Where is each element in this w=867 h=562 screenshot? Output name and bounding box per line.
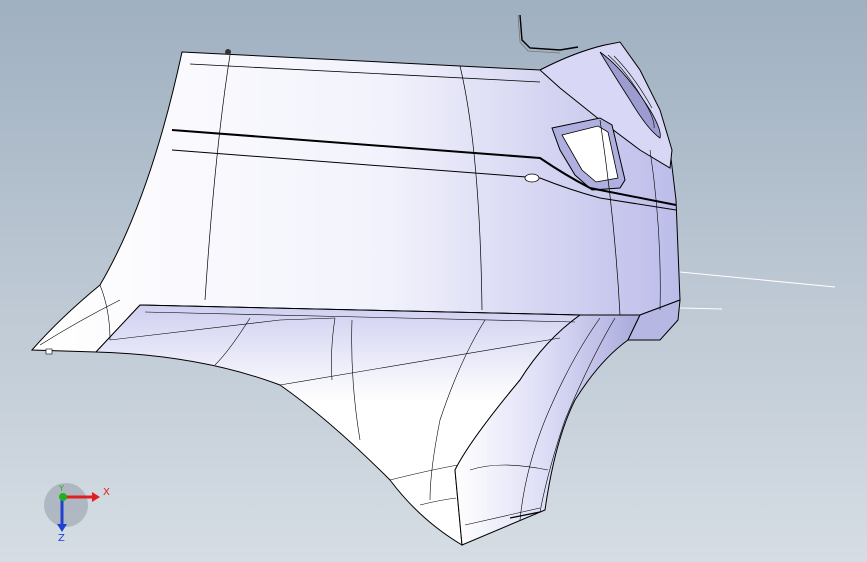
reference-line xyxy=(679,271,836,288)
mount-point xyxy=(225,49,231,55)
emblem-hole xyxy=(524,173,540,183)
x-axis-arrowhead xyxy=(92,492,100,502)
triad-origin-sphere xyxy=(44,483,88,527)
axis-triad xyxy=(44,483,100,532)
fender-panel-model[interactable] xyxy=(0,0,867,562)
y-axis-dot xyxy=(59,493,67,501)
mount-clip xyxy=(45,348,53,355)
graphics-viewport[interactable]: X Y Z xyxy=(0,0,867,562)
reference-line xyxy=(679,307,723,310)
bracket-wire xyxy=(519,14,579,51)
x-axis-label: X xyxy=(103,487,110,498)
z-axis-label: Z xyxy=(58,533,65,544)
bracket-wire-inner xyxy=(517,14,561,54)
z-axis-arrowhead xyxy=(57,524,67,532)
y-axis-label: Y xyxy=(59,484,64,493)
